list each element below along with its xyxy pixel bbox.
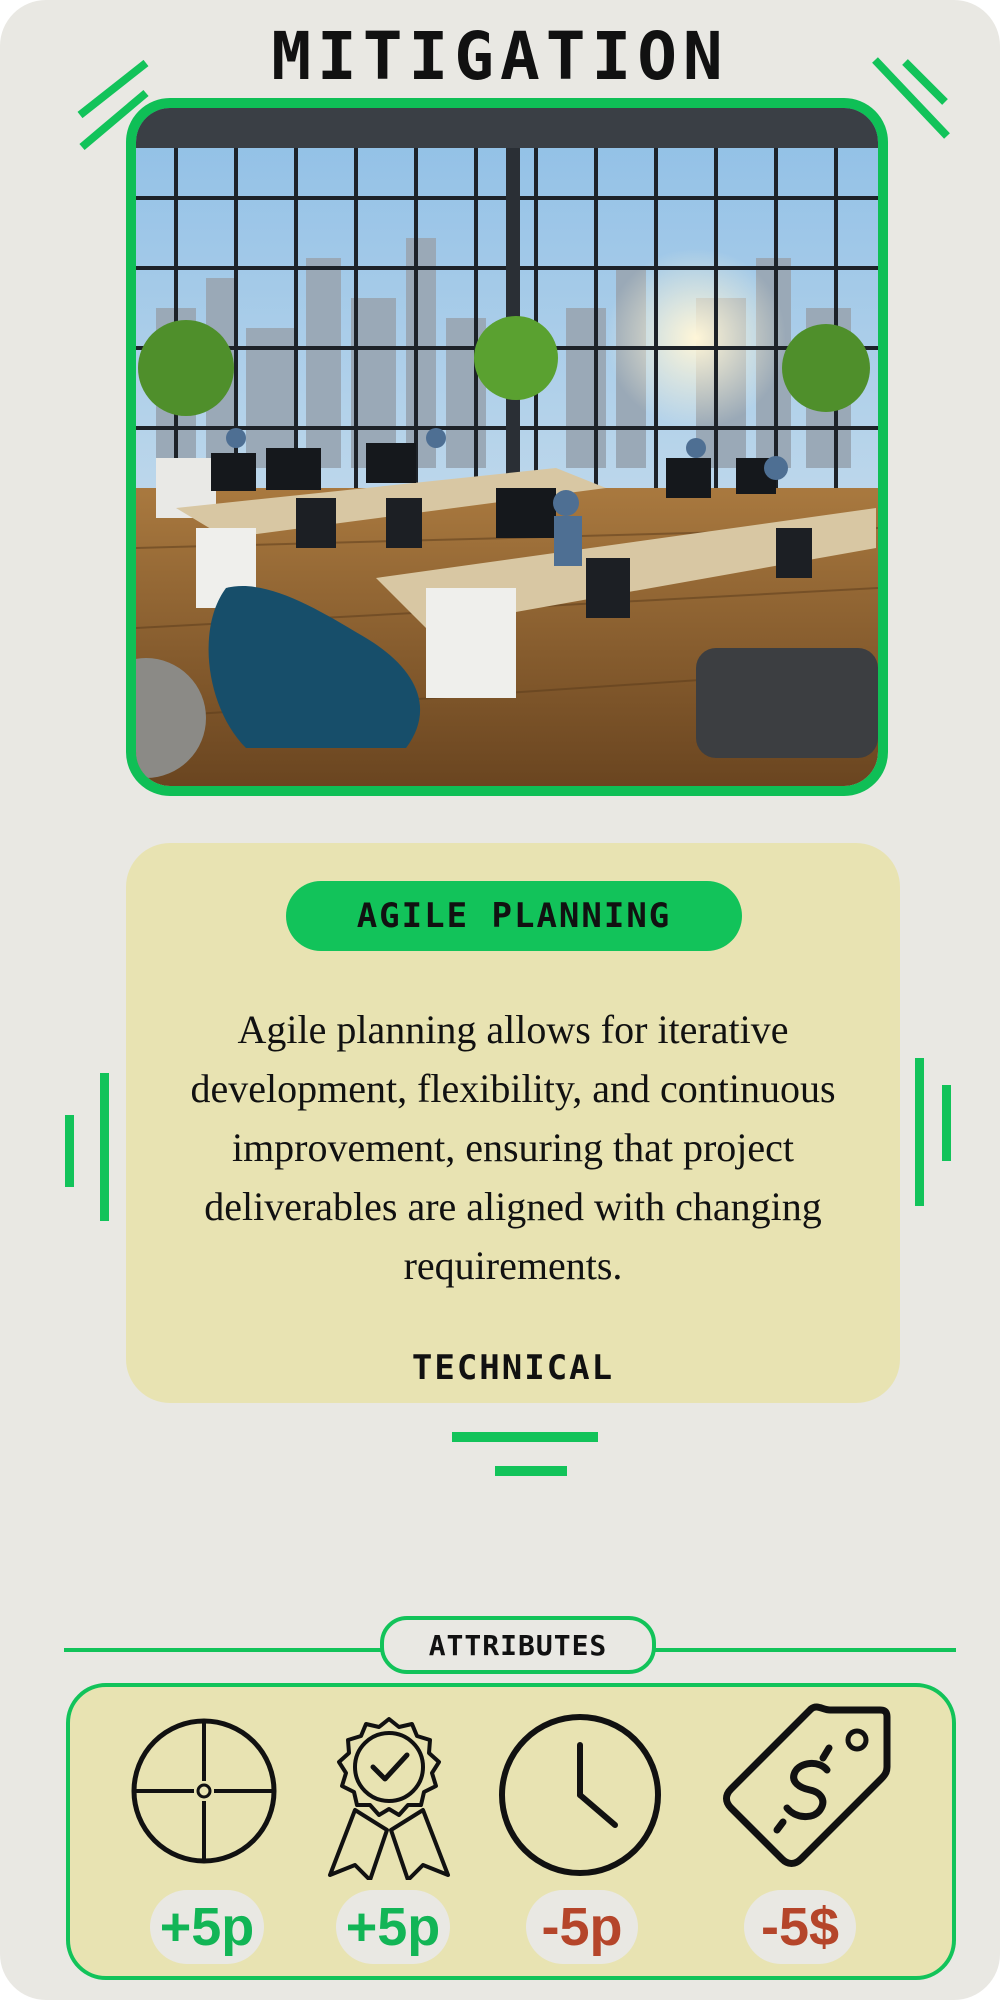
attribute-value-1: +5p (150, 1890, 264, 1964)
mitigation-card: MITIGATION AGILE PLANNING Agile planning… (0, 0, 1000, 2000)
price-tag-dollar-icon (723, 1703, 891, 1867)
side-decoration-left (65, 1073, 109, 1221)
card-category: TECHNICAL (411, 1348, 615, 1388)
clock-icon (499, 1714, 661, 1876)
attribute-value-2: +5p (336, 1890, 450, 1964)
card-description: Agile planning allows for iterative deve… (190, 1007, 836, 1288)
card-illustration (126, 98, 888, 796)
attribute-value-3: -5p (526, 1890, 638, 1964)
crosshair-icon (131, 1718, 277, 1864)
office-scene-image (136, 108, 878, 786)
bottom-decoration (452, 1432, 598, 1476)
attributes-label: ATTRIBUTES (380, 1616, 656, 1674)
card-name-pill: AGILE PLANNING (286, 881, 742, 951)
attribute-value-4: -5$ (744, 1890, 856, 1964)
award-ribbon-icon (328, 1717, 450, 1880)
side-decoration-right (915, 1058, 951, 1206)
